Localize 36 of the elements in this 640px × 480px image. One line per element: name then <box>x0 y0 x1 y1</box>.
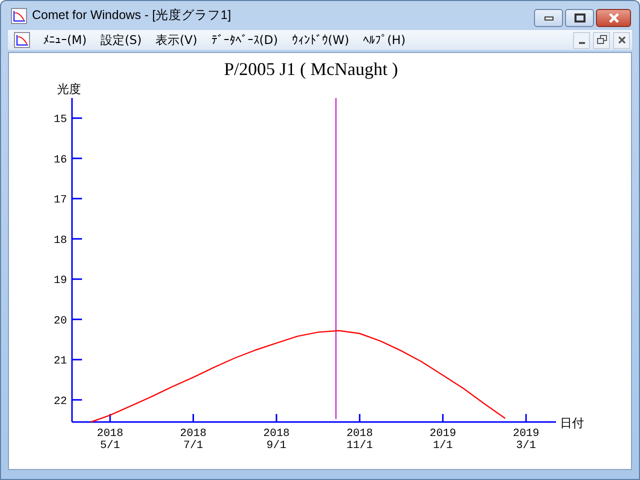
restore-button[interactable] <box>593 32 610 48</box>
minimize-icon <box>544 15 554 21</box>
menu-item[interactable]: ﾃﾞｰﾀﾍﾞｰｽ(D) <box>204 33 285 47</box>
y-axis-label: 光度 <box>57 82 81 96</box>
x-tick-label: 2018 11/1 <box>346 428 373 452</box>
x-axis-label: 日付 <box>560 416 584 430</box>
y-tick-label: 18 <box>54 234 67 247</box>
close-button[interactable] <box>596 9 631 27</box>
y-tick-label: 19 <box>54 275 67 288</box>
maximize-icon <box>574 13 586 23</box>
x-tick-label: 2019 1/1 <box>430 428 456 452</box>
y-tick-label: 16 <box>54 154 67 166</box>
close-icon <box>618 36 626 44</box>
document-icon[interactable] <box>14 32 30 48</box>
x-tick-label: 2018 7/1 <box>180 428 206 452</box>
menu-item[interactable]: 設定(S) <box>94 32 149 48</box>
x-tick-label: 2019 3/1 <box>512 428 540 452</box>
y-tick-label: 21 <box>54 356 67 368</box>
minimize-button[interactable] <box>534 9 563 27</box>
y-tick-label: 20 <box>54 315 67 328</box>
app-icon <box>11 8 27 24</box>
chart-title: P/2005 J1 ( McNaught ) <box>224 59 398 79</box>
x-tick-label: 2018 5/1 <box>96 428 124 452</box>
y-tick-label: 15 <box>54 114 67 126</box>
menu-item[interactable]: ﾍﾙﾌﾟ(H) <box>356 33 413 47</box>
y-tick-label: 17 <box>54 194 67 207</box>
restore-icon <box>596 35 606 45</box>
menu-item[interactable]: 表示(V) <box>148 32 204 48</box>
close-icon <box>608 13 620 23</box>
y-tick-label: 22 <box>54 396 67 408</box>
x-tick-label: 2018 9/1 <box>263 428 290 452</box>
menu-item[interactable]: ﾒﾆｭｰ(M) <box>36 33 94 47</box>
minimize-button[interactable] <box>573 32 590 48</box>
menu-item[interactable]: ｳｨﾝﾄﾞｳ(W) <box>284 33 356 47</box>
window-title: Comet for Windows - [光度グラフ1] <box>32 7 232 24</box>
maximize-button[interactable] <box>565 9 594 27</box>
